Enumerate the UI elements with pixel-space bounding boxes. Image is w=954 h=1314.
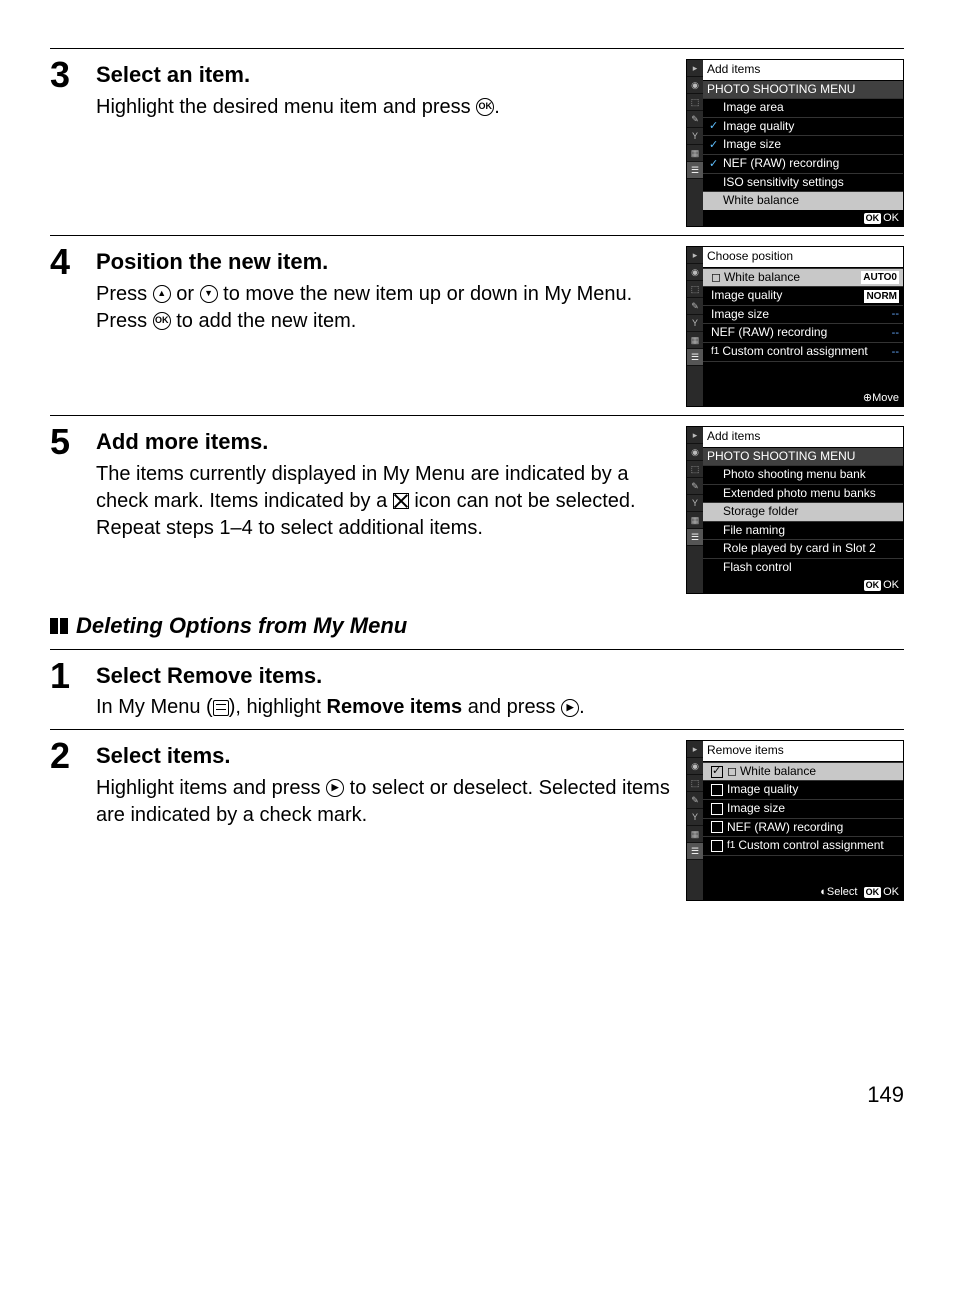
right-icon: ▶ [561, 699, 579, 717]
lcd-screen-1: ▸◉⬚✎Y▦☰ Add items PHOTO SHOOTING MENU Im… [686, 59, 904, 227]
step-number: 4 [50, 244, 96, 280]
checkbox-icon [711, 766, 723, 778]
subheading: Deleting Options from My Menu [50, 612, 904, 641]
step-title: Select an item. [96, 61, 674, 90]
step-delete-1: 1 Select Remove items. In My Menu (), hi… [50, 658, 904, 722]
lcd-screen-3: ▸◉⬚✎Y▦☰ Add items PHOTO SHOOTING MENU Ph… [686, 426, 904, 594]
step-delete-2: 2 Select items. Highlight items and pres… [50, 738, 904, 901]
step-title: Select Remove items. [96, 662, 904, 691]
step-number: 5 [50, 424, 96, 460]
check-icon: ✓ [709, 157, 718, 171]
step-text: Press ▲ or ▼ to move the new item up or … [96, 281, 674, 335]
lcd-header: Add items [703, 427, 903, 448]
check-icon: ✓ [709, 119, 718, 133]
step-3: 3 Select an item. Highlight the desired … [50, 57, 904, 227]
step-text: Highlight items and press ▶ to select or… [96, 775, 674, 829]
check-icon: ✓ [709, 138, 718, 152]
ok-icon: OK [476, 98, 494, 116]
my-menu-icon [213, 700, 229, 716]
step-title: Select items. [96, 742, 674, 771]
checkbox-icon [711, 821, 723, 833]
prohibited-icon [393, 493, 409, 509]
step-title: Position the new item. [96, 248, 674, 277]
ok-icon: OK [153, 312, 171, 330]
lcd-screen-4: ▸◉⬚✎Y▦☰ Remove items ◻White balance Imag… [686, 740, 904, 901]
lcd-header: Add items [703, 60, 903, 81]
lcd-header: Remove items [703, 741, 903, 762]
lcd-screen-2: ▸◉⬚✎Y▦☰ Choose position ◻White balanceAU… [686, 246, 904, 407]
subheading-marker-icon [50, 618, 70, 634]
step-number: 2 [50, 738, 96, 774]
checkbox-icon [711, 784, 723, 796]
step-number: 3 [50, 57, 96, 93]
right-icon: ▶ [326, 779, 344, 797]
down-icon: ▼ [200, 285, 218, 303]
step-5: 5 Add more items. The items currently di… [50, 424, 904, 594]
step-title: Add more items. [96, 428, 674, 457]
step-text: The items currently displayed in My Menu… [96, 461, 674, 542]
checkbox-icon [711, 840, 723, 852]
checkbox-icon [711, 803, 723, 815]
step-4: 4 Position the new item. Press ▲ or ▼ to… [50, 244, 904, 407]
step-number: 1 [50, 658, 96, 694]
page-number: 149 [50, 1081, 904, 1110]
step-text: In My Menu (), highlight Remove items an… [96, 694, 904, 721]
up-icon: ▲ [153, 285, 171, 303]
step-text: Highlight the desired menu item and pres… [96, 94, 674, 121]
lcd-header: Choose position [703, 247, 903, 268]
